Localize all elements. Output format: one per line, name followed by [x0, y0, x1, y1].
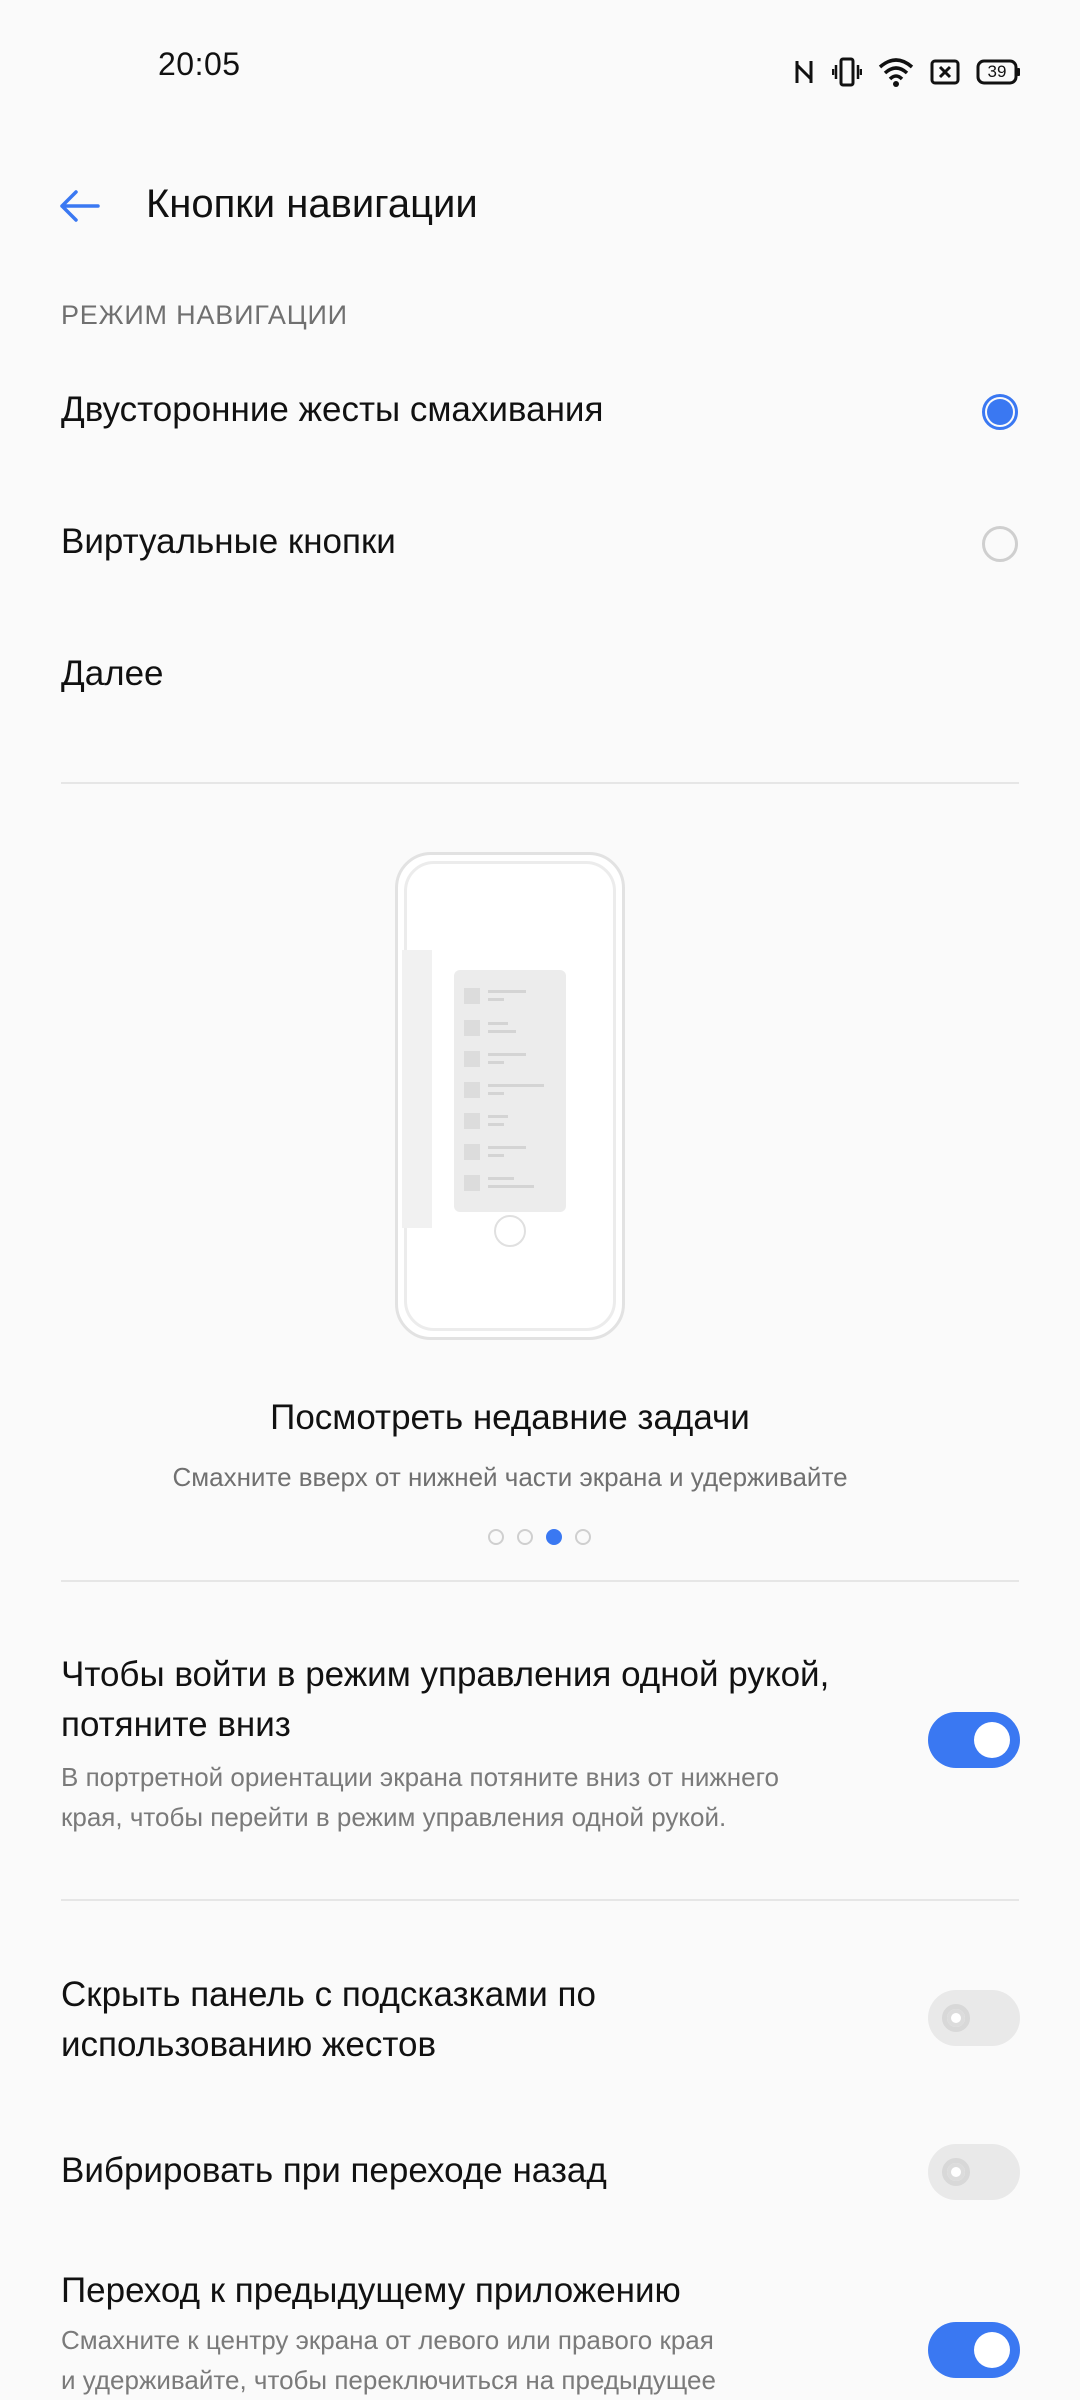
more-label: Далее	[61, 654, 164, 693]
setting-hide-gesture-hint[interactable]: Скрыть панель с подсказками по использов…	[0, 1960, 1080, 2080]
page-dot[interactable]	[517, 1529, 533, 1545]
setting-title-line: Вибрировать при переходе назад	[61, 2151, 607, 2190]
side-panel-illustration	[402, 950, 432, 1228]
toggle-switch-off[interactable]	[928, 2144, 1020, 2200]
divider	[61, 782, 1019, 784]
back-arrow-icon[interactable]	[52, 178, 108, 234]
setting-title-line: Переход к предыдущему приложению	[61, 2271, 681, 2310]
setting-subtitle-line: Смахните к центру экрана от левого или п…	[61, 2325, 714, 2355]
setting-title-line: Чтобы войти в режим управления одной рук…	[61, 1655, 830, 1694]
setting-subtitle-line: и удерживайте, чтобы переключиться на пр…	[61, 2365, 716, 2395]
setting-previous-app[interactable]: Переход к предыдущему приложению Смахнит…	[0, 2262, 1080, 2400]
page-dot[interactable]	[575, 1529, 591, 1545]
option-two-sided-gestures[interactable]: Двусторонние жесты смахивания	[0, 360, 1080, 470]
divider	[61, 1580, 1019, 1582]
battery-level: 39	[987, 62, 1007, 81]
option-label: Виртуальные кнопки	[61, 522, 396, 561]
page-indicator[interactable]	[488, 1529, 591, 1545]
toggle-switch-on[interactable]	[928, 2322, 1020, 2378]
illustration-subtitle: Смахните вверх от нижней части экрана и …	[172, 1462, 848, 1492]
sim-icon	[930, 59, 960, 85]
toggle-switch-on[interactable]	[928, 1712, 1020, 1768]
home-button-illustration	[494, 1215, 526, 1247]
section-header: РЕЖИМ НАВИГАЦИИ	[61, 300, 348, 330]
option-virtual-buttons[interactable]: Виртуальные кнопки	[0, 492, 1080, 602]
recent-task-card-illustration	[454, 970, 566, 1212]
nfc-icon	[792, 57, 816, 87]
setting-title-line: потяните вниз	[61, 1705, 291, 1744]
vibrate-icon	[832, 56, 862, 88]
page-dot[interactable]	[488, 1529, 504, 1545]
setting-subtitle-line: В портретной ориентации экрана потяните …	[61, 1762, 779, 1792]
radio-unselected[interactable]	[982, 526, 1018, 562]
setting-title-line: использованию жестов	[61, 2025, 437, 2064]
page-dot-active[interactable]	[546, 1529, 562, 1545]
setting-one-hand-mode[interactable]: Чтобы войти в режим управления одной рук…	[0, 1640, 1080, 1840]
toggle-switch-off[interactable]	[928, 1990, 1020, 2046]
wifi-icon	[878, 57, 914, 87]
status-time: 20:05	[158, 46, 241, 82]
battery-icon: 39	[976, 59, 1022, 85]
setting-title-line: Скрыть панель с подсказками по	[61, 1975, 596, 2014]
radio-selected[interactable]	[982, 394, 1018, 430]
setting-vibrate-back[interactable]: Вибрировать при переходе назад	[0, 2140, 1080, 2220]
page-title: Кнопки навигации	[146, 182, 478, 226]
status-icons: 39	[792, 52, 1022, 92]
divider	[61, 1899, 1019, 1901]
illustration-title: Посмотреть недавние задачи	[270, 1398, 750, 1437]
setting-subtitle-line: края, чтобы перейти в режим управления о…	[61, 1802, 727, 1832]
option-label: Двусторонние жесты смахивания	[61, 390, 604, 429]
more-link[interactable]: Далее	[0, 624, 1080, 734]
